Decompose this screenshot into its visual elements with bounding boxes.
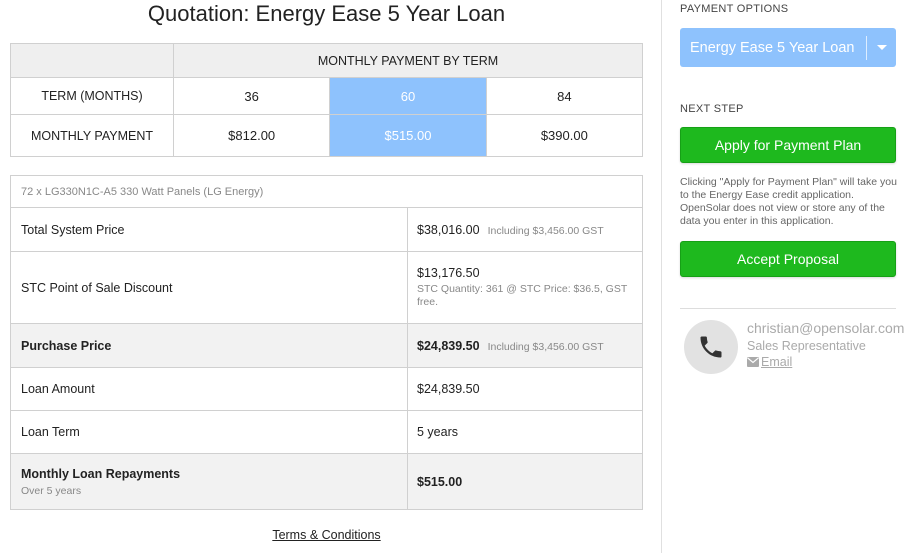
payment-option-84[interactable]: $390.00 bbox=[485, 114, 644, 157]
row-label: Purchase Price bbox=[11, 324, 408, 367]
row-value-cell: $13,176.50 STC Quantity: 361 @ STC Price… bbox=[408, 252, 642, 323]
term-option-36[interactable]: 36 bbox=[172, 77, 331, 115]
row-label: Monthly Loan Repayments bbox=[21, 466, 181, 481]
term-row-label: TERM (MONTHS) bbox=[10, 77, 174, 115]
row-label: Loan Term bbox=[11, 411, 408, 453]
next-step-label: NEXT STEP bbox=[680, 103, 744, 115]
page-title: Quotation: Energy Ease 5 Year Loan bbox=[147, 1, 506, 26]
terms-conditions-link[interactable]: Terms & Conditions bbox=[272, 528, 380, 542]
price-table: 72 x LG330N1C-A5 330 Watt Panels (LG Ene… bbox=[10, 175, 643, 510]
rep-email: christian@opensolar.com bbox=[747, 320, 905, 336]
phone-icon bbox=[700, 336, 722, 358]
table-row: STC Point of Sale Discount $13,176.50 ST… bbox=[11, 252, 642, 324]
payment-option-select[interactable]: Energy Ease 5 Year Loan bbox=[680, 28, 896, 67]
payment-option-value: Energy Ease 5 Year Loan bbox=[690, 39, 855, 56]
row-label: Loan Amount bbox=[11, 368, 408, 410]
term-option-84[interactable]: 84 bbox=[485, 77, 644, 115]
row-value: $38,016.00 bbox=[417, 222, 480, 237]
side-panel: PAYMENT OPTIONS Energy Ease 5 Year Loan … bbox=[662, 0, 909, 553]
email-link[interactable]: Email bbox=[747, 355, 792, 369]
table-row: Total System Price $38,016.00 Including $… bbox=[11, 208, 642, 252]
row-sublabel: Over 5 years bbox=[21, 484, 82, 497]
table-row: Loan Term 5 years bbox=[11, 411, 642, 454]
gst-note: Including $3,456.00 GST bbox=[487, 340, 604, 353]
apply-note: Clicking "Apply for Payment Plan" will t… bbox=[680, 176, 897, 227]
quotation-panel: Quotation: Energy Ease 5 Year Loan MONTH… bbox=[0, 0, 661, 553]
row-value: $515.00 bbox=[417, 474, 463, 489]
payment-options-label: PAYMENT OPTIONS bbox=[680, 3, 789, 15]
panel-description: 72 x LG330N1C-A5 330 Watt Panels (LG Ene… bbox=[11, 176, 642, 208]
term-table-corner bbox=[10, 43, 174, 78]
payment-row-label: MONTHLY PAYMENT bbox=[10, 114, 174, 157]
apply-payment-plan-button[interactable]: Apply for Payment Plan bbox=[680, 127, 896, 163]
row-value: $24,839.50 bbox=[417, 382, 480, 396]
term-option-60[interactable]: 60 bbox=[329, 77, 487, 115]
row-value-cell: $24,839.50 Including $3,456.00 GST bbox=[408, 324, 642, 367]
envelope-icon bbox=[747, 357, 759, 367]
row-value: $24,839.50 bbox=[417, 338, 480, 353]
term-row: TERM (MONTHS) 36 60 84 bbox=[10, 77, 644, 115]
email-link-label[interactable]: Email bbox=[761, 355, 792, 369]
row-label-cell: Monthly Loan Repayments Over 5 years bbox=[11, 454, 408, 509]
table-row: Loan Amount $24,839.50 bbox=[11, 368, 642, 411]
table-row: Purchase Price $24,839.50 Including $3,45… bbox=[11, 324, 642, 368]
row-value: 5 years bbox=[417, 425, 458, 439]
avatar bbox=[684, 320, 738, 374]
stc-note: STC Quantity: 361 @ STC Price: $36.5, GS… bbox=[417, 283, 628, 308]
terms-footer: Terms & Conditions bbox=[0, 528, 653, 542]
table-row: Monthly Loan Repayments Over 5 years $51… bbox=[11, 454, 642, 509]
row-value-cell: $38,016.00 Including $3,456.00 GST bbox=[408, 208, 642, 251]
row-label: STC Point of Sale Discount bbox=[11, 252, 408, 323]
payment-row: MONTHLY PAYMENT $812.00 $515.00 $390.00 bbox=[10, 114, 644, 157]
payment-option-36[interactable]: $812.00 bbox=[172, 114, 331, 157]
rep-role: Sales Representative bbox=[747, 339, 866, 353]
payment-option-60[interactable]: $515.00 bbox=[329, 114, 487, 157]
term-table-header: MONTHLY PAYMENT BY TERM bbox=[173, 43, 643, 78]
term-table: MONTHLY PAYMENT BY TERM TERM (MONTHS) 36… bbox=[10, 43, 644, 157]
row-value: $13,176.50 bbox=[417, 266, 480, 280]
accept-proposal-button[interactable]: Accept Proposal bbox=[680, 241, 896, 277]
row-label: Total System Price bbox=[11, 208, 408, 251]
chevron-down-icon[interactable] bbox=[867, 45, 896, 50]
horizontal-divider bbox=[680, 308, 896, 309]
gst-note: Including $3,456.00 GST bbox=[487, 224, 604, 237]
